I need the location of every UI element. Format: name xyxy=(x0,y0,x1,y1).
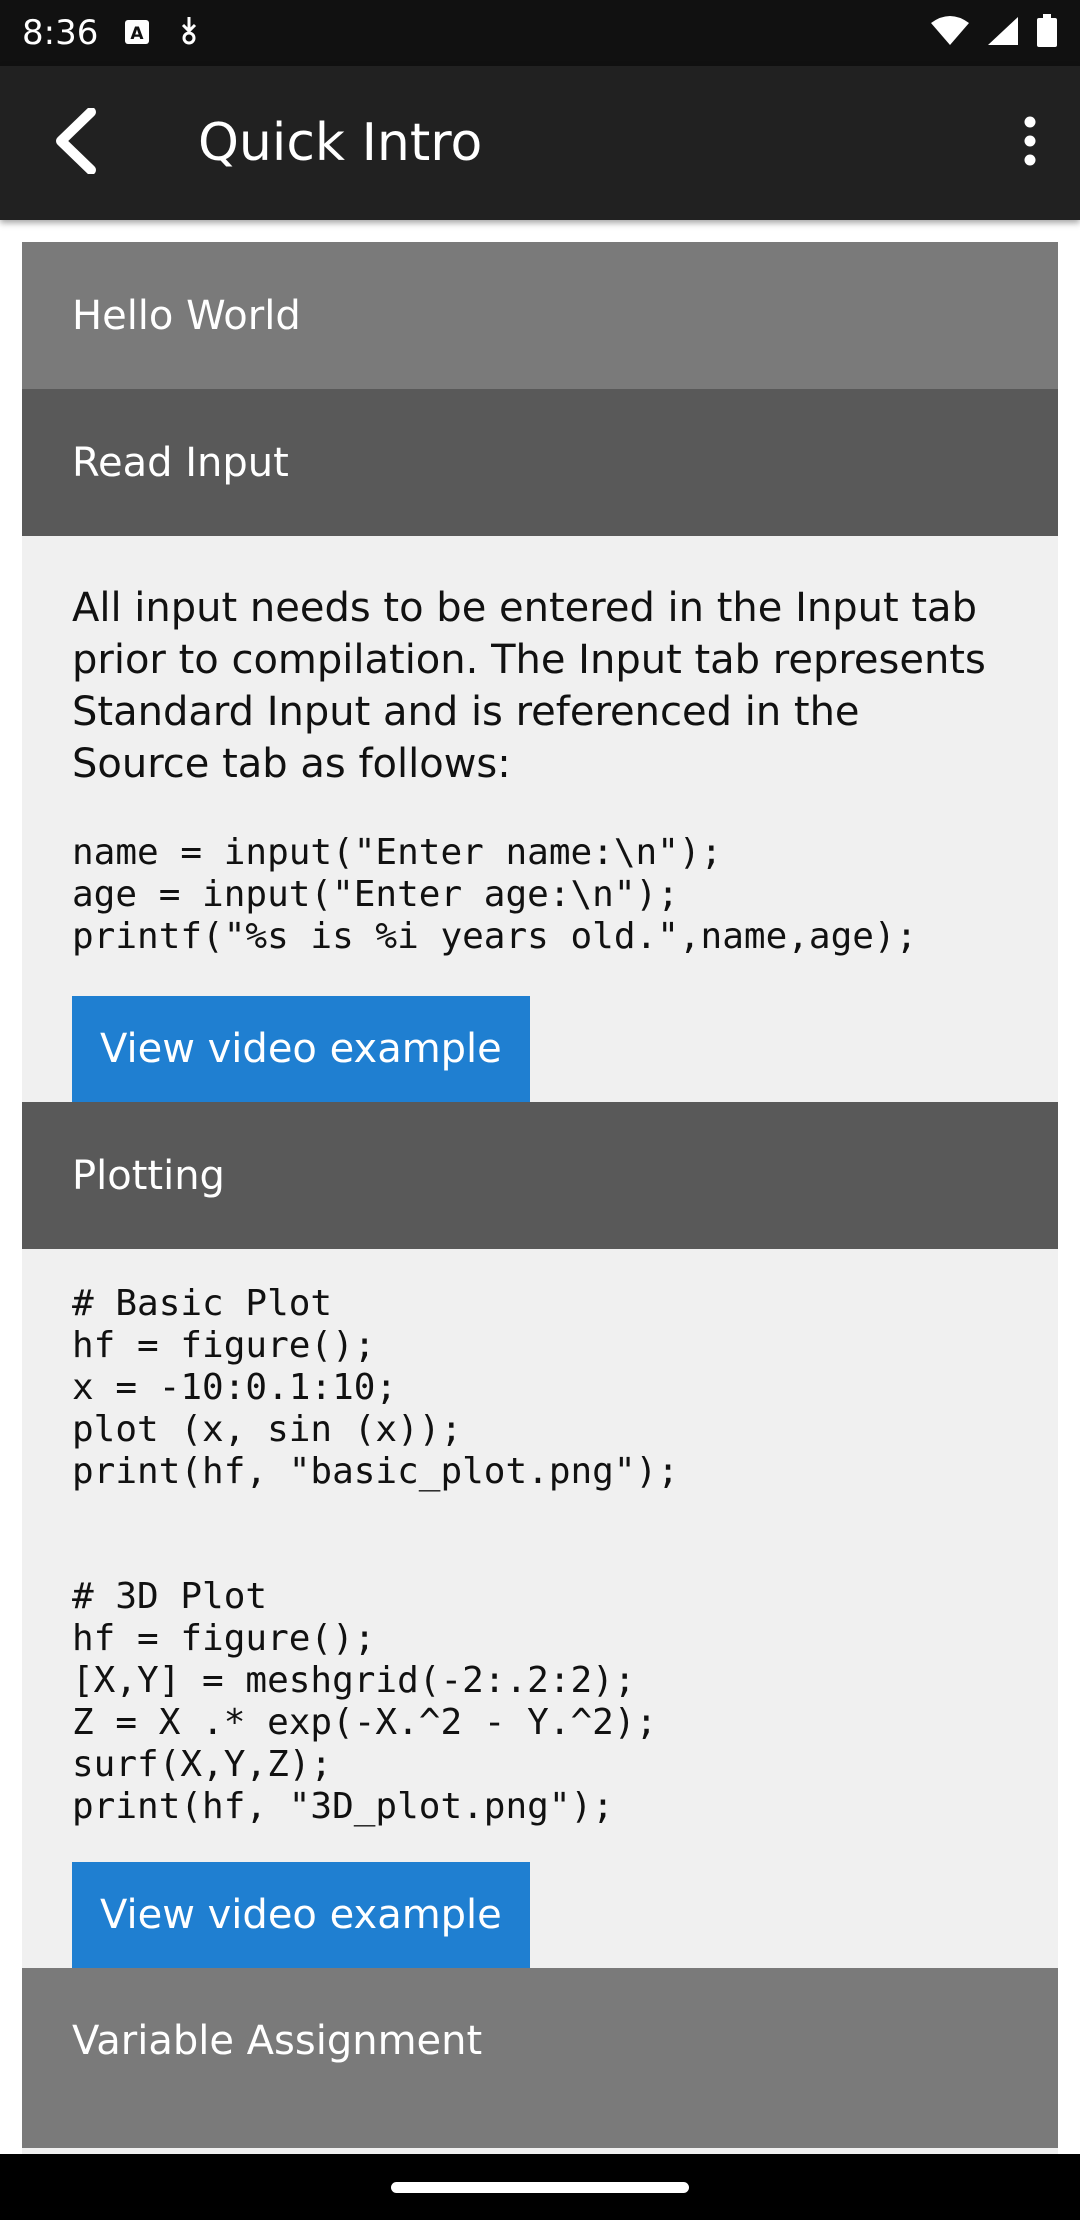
view-video-button-plotting[interactable]: View video example xyxy=(72,1862,530,1968)
section-header-variable-assignment[interactable]: Variable Assignment xyxy=(22,1968,1058,2148)
battery-icon xyxy=(1036,13,1058,53)
read-input-description: All input needs to be entered in the Inp… xyxy=(72,585,986,787)
download-icon xyxy=(176,12,202,54)
chevron-left-icon xyxy=(51,106,99,179)
view-video-button-read-input[interactable]: View video example xyxy=(72,996,530,1102)
section-header-hello-world[interactable]: Hello World xyxy=(22,242,1058,389)
section-header-read-input[interactable]: Read Input xyxy=(22,389,1058,536)
basic-plot-code: # Basic Plot hf = figure(); x = -10:0.1:… xyxy=(72,1283,679,1492)
wifi-icon xyxy=(930,15,970,52)
svg-text:A: A xyxy=(131,24,145,44)
signal-icon xyxy=(986,15,1020,52)
status-left: 8:36 A xyxy=(22,12,202,54)
home-gesture-handle[interactable] xyxy=(391,2181,689,2193)
more-options-button[interactable] xyxy=(980,66,1080,220)
section-body-plotting: # Basic Plot hf = figure(); x = -10:0.1:… xyxy=(22,1249,1058,1968)
page-title: Quick Intro xyxy=(198,113,483,173)
app-bar: Quick Intro xyxy=(0,66,1080,220)
more-vertical-icon xyxy=(1023,116,1037,171)
section-title: Read Input xyxy=(72,439,289,486)
accordion-list: Hello World Read Input All input needs t… xyxy=(22,242,1058,2154)
text-a-icon: A xyxy=(124,12,150,54)
section-title: Hello World xyxy=(72,292,301,339)
status-bar: 8:36 A xyxy=(0,0,1080,66)
section-body-read-input: All input needs to be entered in the Inp… xyxy=(22,536,1058,1102)
section-title: Plotting xyxy=(72,1152,225,1199)
back-button[interactable] xyxy=(0,66,150,220)
3d-plot-code: # 3D Plot hf = figure(); [X,Y] = meshgri… xyxy=(72,1576,658,1827)
status-right xyxy=(930,13,1058,53)
navigation-bar xyxy=(0,2154,1080,2220)
section-header-plotting[interactable]: Plotting xyxy=(22,1102,1058,1249)
read-input-code: name = input("Enter name:\n"); age = inp… xyxy=(72,832,918,957)
status-time: 8:36 xyxy=(22,13,99,53)
section-title: Variable Assignment xyxy=(72,2018,483,2064)
